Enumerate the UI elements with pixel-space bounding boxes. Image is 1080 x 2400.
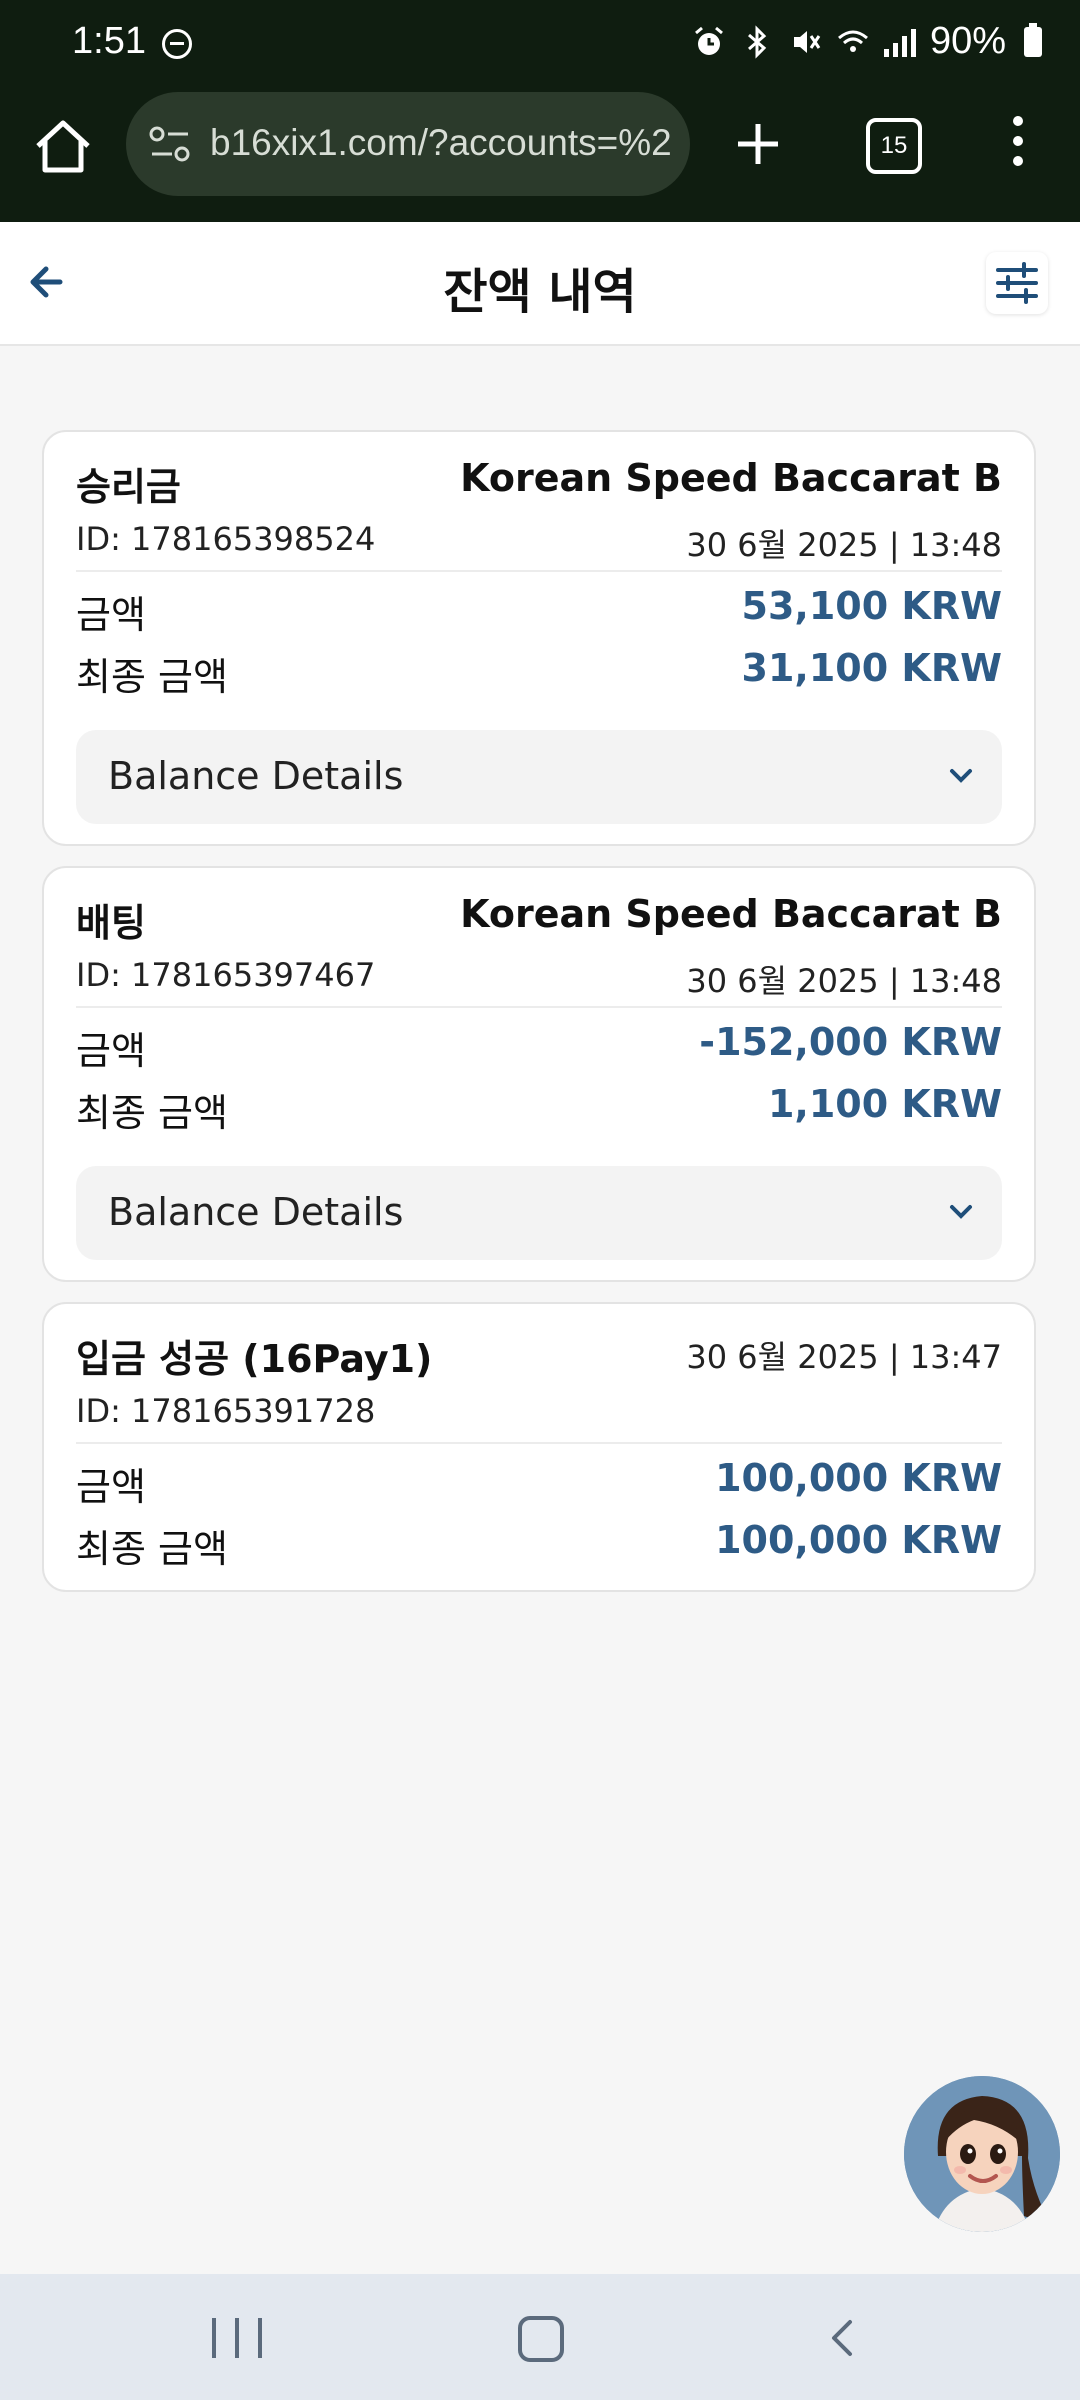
alarm-icon (694, 26, 723, 55)
support-chat-avatar[interactable] (904, 2076, 1060, 2232)
divider (76, 1006, 1002, 1008)
more-menu-icon[interactable] (1010, 116, 1026, 176)
tab-switcher-button[interactable]: 15 (866, 118, 922, 174)
amount-label: 금액 (76, 1465, 146, 1509)
url-text: b16xix1.com/?accounts=%2 (210, 122, 672, 163)
address-bar[interactable]: b16xix1.com/?accounts=%2 (126, 92, 690, 196)
transaction-date: 30 6월 2025 | 13:48 (686, 526, 1002, 564)
filter-button[interactable] (986, 252, 1048, 314)
transaction-game: Korean Speed Baccarat B (460, 892, 1002, 936)
battery-percent: 90% (929, 20, 1006, 62)
amount-label: 금액 (76, 593, 146, 637)
filter-sliders-icon (996, 262, 1038, 304)
final-amount-label: 최종 금액 (76, 655, 228, 699)
wifi-icon (837, 30, 868, 52)
transaction-game: Korean Speed Baccarat B (460, 456, 1002, 500)
final-amount-label: 최종 금액 (76, 1091, 228, 1135)
browser-toolbar: b16xix1.com/?accounts=%2 15 (0, 92, 1080, 204)
transaction-card: 배팅 Korean Speed Baccarat B ID: 178165397… (42, 866, 1036, 1282)
balance-details-label: Balance Details (108, 1190, 404, 1234)
divider (76, 1442, 1002, 1444)
amount-value: 100,000 KRW (715, 1456, 1002, 1500)
transaction-id: ID: 178165398524 (76, 520, 376, 558)
divider (76, 570, 1002, 572)
mute-icon (793, 30, 821, 53)
balance-details-label: Balance Details (108, 754, 404, 798)
amount-label: 금액 (76, 1029, 146, 1073)
transaction-card: 승리금 Korean Speed Baccarat B ID: 17816539… (42, 430, 1036, 846)
browser-chrome: 1:51 90% b16xix1.com/?accounts=%2 15 (0, 0, 1080, 222)
status-time: 1:51 (72, 20, 146, 62)
transaction-id: ID: 178165391728 (76, 1392, 376, 1430)
balance-details-toggle[interactable]: Balance Details (76, 730, 1002, 824)
balance-details-toggle[interactable]: Balance Details (76, 1166, 1002, 1260)
page-header: 잔액 내역 (0, 222, 1080, 346)
assistant-avatar-icon (904, 2076, 1060, 2232)
final-amount-value: 1,100 KRW (767, 1082, 1002, 1126)
chevron-down-icon (950, 769, 972, 783)
status-icons: 90% (692, 20, 1042, 63)
final-amount-value: 31,100 KRW (741, 646, 1003, 690)
amount-value: -152,000 KRW (699, 1020, 1002, 1064)
amount-value: 53,100 KRW (741, 584, 1003, 628)
transaction-date: 30 6월 2025 | 13:47 (686, 1338, 1002, 1376)
transaction-date: 30 6월 2025 | 13:48 (686, 962, 1002, 1000)
new-tab-icon[interactable] (730, 116, 786, 172)
battery-icon (1024, 22, 1042, 57)
bluetooth-icon (747, 24, 767, 59)
site-settings-icon[interactable] (148, 124, 192, 164)
recent-apps-icon[interactable] (212, 2318, 262, 2358)
do-not-disturb-icon (162, 29, 192, 59)
system-nav-bar (0, 2274, 1080, 2400)
transaction-type: 입금 성공 (16Pay1) (76, 1337, 433, 1381)
page-title: 잔액 내역 (443, 264, 637, 320)
nav-back-icon[interactable] (826, 2318, 856, 2358)
chevron-down-icon (950, 1205, 972, 1219)
final-amount-value: 100,000 KRW (715, 1518, 1002, 1562)
signal-icon (883, 27, 916, 57)
final-amount-label: 최종 금액 (76, 1527, 228, 1571)
transaction-type: 배팅 (76, 901, 146, 945)
status-bar: 1:51 90% (0, 0, 1080, 90)
nav-home-icon[interactable] (518, 2316, 564, 2362)
transaction-id: ID: 178165397467 (76, 956, 376, 994)
transaction-card: 입금 성공 (16Pay1) 30 6월 2025 | 13:47 ID: 17… (42, 1302, 1036, 1592)
transaction-type: 승리금 (76, 465, 181, 509)
home-icon[interactable] (30, 114, 96, 180)
